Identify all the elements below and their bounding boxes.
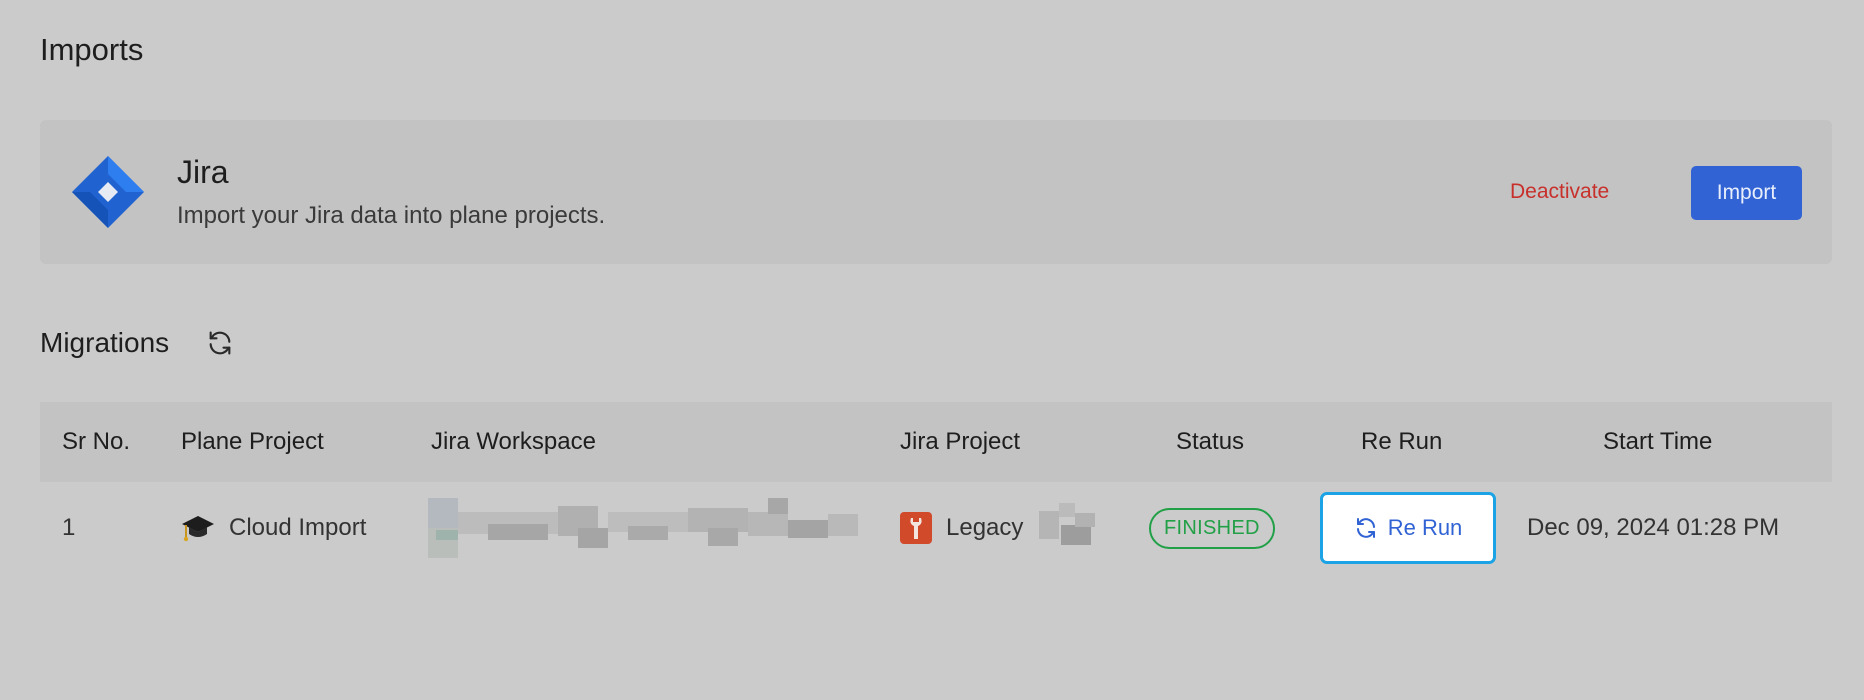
jira-project-name: Legacy	[946, 514, 1024, 541]
row-status: FINISHED	[1149, 482, 1275, 574]
imports-page: Imports Jira Import your Jira data into …	[40, 0, 1832, 700]
jira-integration-card: Jira Import your Jira data into plane pr…	[40, 120, 1832, 264]
integration-name: Jira	[177, 154, 229, 190]
row-rerun: Re Run	[1320, 482, 1496, 574]
column-header-jira-project: Jira Project	[900, 428, 1021, 455]
row-jira-project: Legacy	[900, 482, 1099, 574]
jira-logo-icon	[72, 156, 144, 228]
column-header-status: Status	[1176, 428, 1245, 455]
row-start-time: Dec 09, 2024 01:28 PM	[1527, 514, 1780, 541]
import-button[interactable]: Import	[1691, 166, 1802, 220]
migrations-table: Sr No. Plane Project Jira Workspace Jira…	[40, 402, 1832, 574]
column-header-re-run: Re Run	[1361, 428, 1443, 455]
column-header-plane-project: Plane Project	[181, 428, 324, 455]
status-badge: FINISHED	[1149, 507, 1275, 549]
row-sr-no: 1	[62, 514, 76, 541]
redacted-workspace-blur	[428, 498, 858, 558]
row-plane-project: Cloud Import	[181, 482, 366, 574]
table-row: 1 Cloud Import Legacy FINISHED Re Run De…	[40, 482, 1832, 574]
rerun-button-label: Re Run	[1387, 515, 1463, 540]
column-header-start-time: Start Time	[1603, 428, 1713, 455]
rerun-icon	[1356, 518, 1375, 538]
row-jira-workspace-redacted	[428, 482, 858, 574]
migrations-title: Migrations	[40, 327, 170, 358]
column-header-jira-workspace: Jira Workspace	[431, 428, 596, 455]
plane-project-name: Cloud Import	[229, 514, 367, 541]
page-title: Imports	[40, 32, 144, 67]
deactivate-button[interactable]: Deactivate	[1510, 180, 1609, 204]
integration-description: Import your Jira data into plane project…	[177, 202, 606, 229]
table-header: Sr No. Plane Project Jira Workspace Jira…	[40, 402, 1832, 482]
refresh-icon[interactable]	[206, 329, 234, 357]
rerun-button[interactable]: Re Run	[1320, 492, 1496, 564]
graduation-cap-icon	[182, 516, 214, 542]
redacted-project-blur	[1037, 503, 1099, 553]
wrench-icon	[900, 512, 932, 544]
column-header-sr-no: Sr No.	[62, 428, 131, 455]
